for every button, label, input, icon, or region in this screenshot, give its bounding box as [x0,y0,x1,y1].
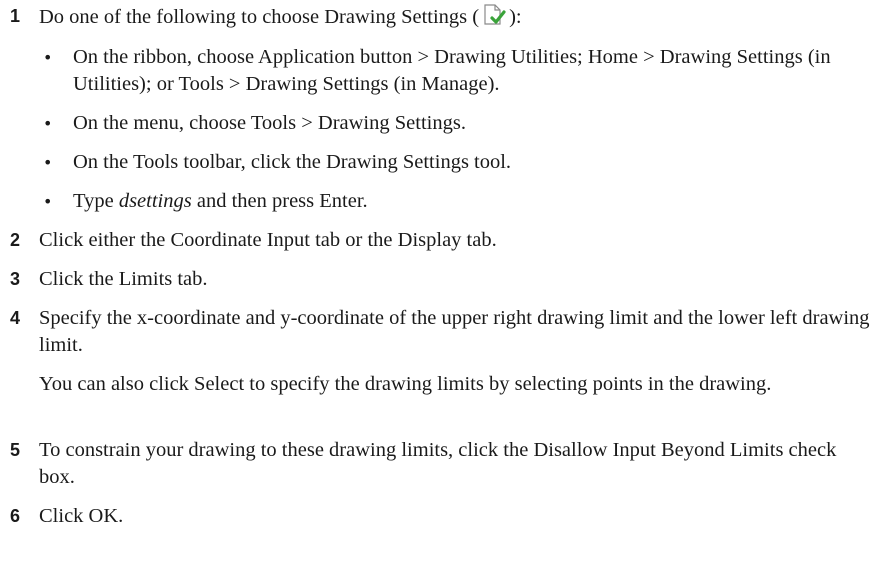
bullet-item: • On the menu, choose Tools > Drawing Se… [43,110,873,137]
step-4: 4 Specify the x-coordinate and y-coordin… [10,305,870,359]
step-number: 4 [10,308,21,328]
step-number: 2 [10,230,21,250]
step-5: 5 To constrain your drawing to these dra… [10,437,870,491]
bullet-text: On the Tools toolbar, click the Drawing … [73,151,512,173]
bullet-item: • On the ribbon, choose Application butt… [43,44,873,98]
procedure-document: 1 Do one of the following to choose Draw… [0,0,888,572]
step-number: 3 [10,269,21,289]
step-3: 3 Click the Limits tab. [10,266,870,293]
bullet-dot: • [43,114,53,133]
step-text: Specify the x-coordinate and y-coordinat… [39,307,870,356]
command-name: dsettings [118,190,192,212]
step-text: Click the Limits tab. [39,268,208,290]
step-4-note: You can also click Select to specify the… [39,373,772,395]
step-text: Click OK. [39,505,124,527]
bullet-item: • Type dsettings and then press Enter. [43,188,873,215]
bullet-text: On the menu, choose Tools > Drawing Sett… [73,112,466,134]
step-number: 6 [10,506,21,526]
bullet-dot: • [43,192,53,211]
step-6: 6 Click OK. [10,503,870,530]
step-1: 1 Do one of the following to choose Draw… [10,3,870,31]
step-text: Do one of the following to choose Drawin… [39,3,870,31]
bullet-item: • On the Tools toolbar, click the Drawin… [43,149,873,176]
drawing-settings-icon [481,3,507,27]
bullet-dot: • [43,153,53,172]
step-number: 1 [10,6,21,26]
step-text-after-icon: ): [509,6,522,28]
bullet-text: Type dsettings and then press Enter. [73,188,873,215]
bullet-text-before: Type [73,190,119,212]
step-text: To constrain your drawing to these drawi… [39,439,837,488]
step-text: Click either the Coordinate Input tab or… [39,229,497,251]
bullet-text-after: and then press Enter. [191,190,368,212]
step-number: 5 [10,440,21,460]
step-2: 2 Click either the Coordinate Input tab … [10,227,870,254]
bullet-text: On the ribbon, choose Application button… [73,46,831,95]
bullet-dot: • [43,48,53,67]
step-text-before-icon: Do one of the following to choose Drawin… [39,6,480,28]
